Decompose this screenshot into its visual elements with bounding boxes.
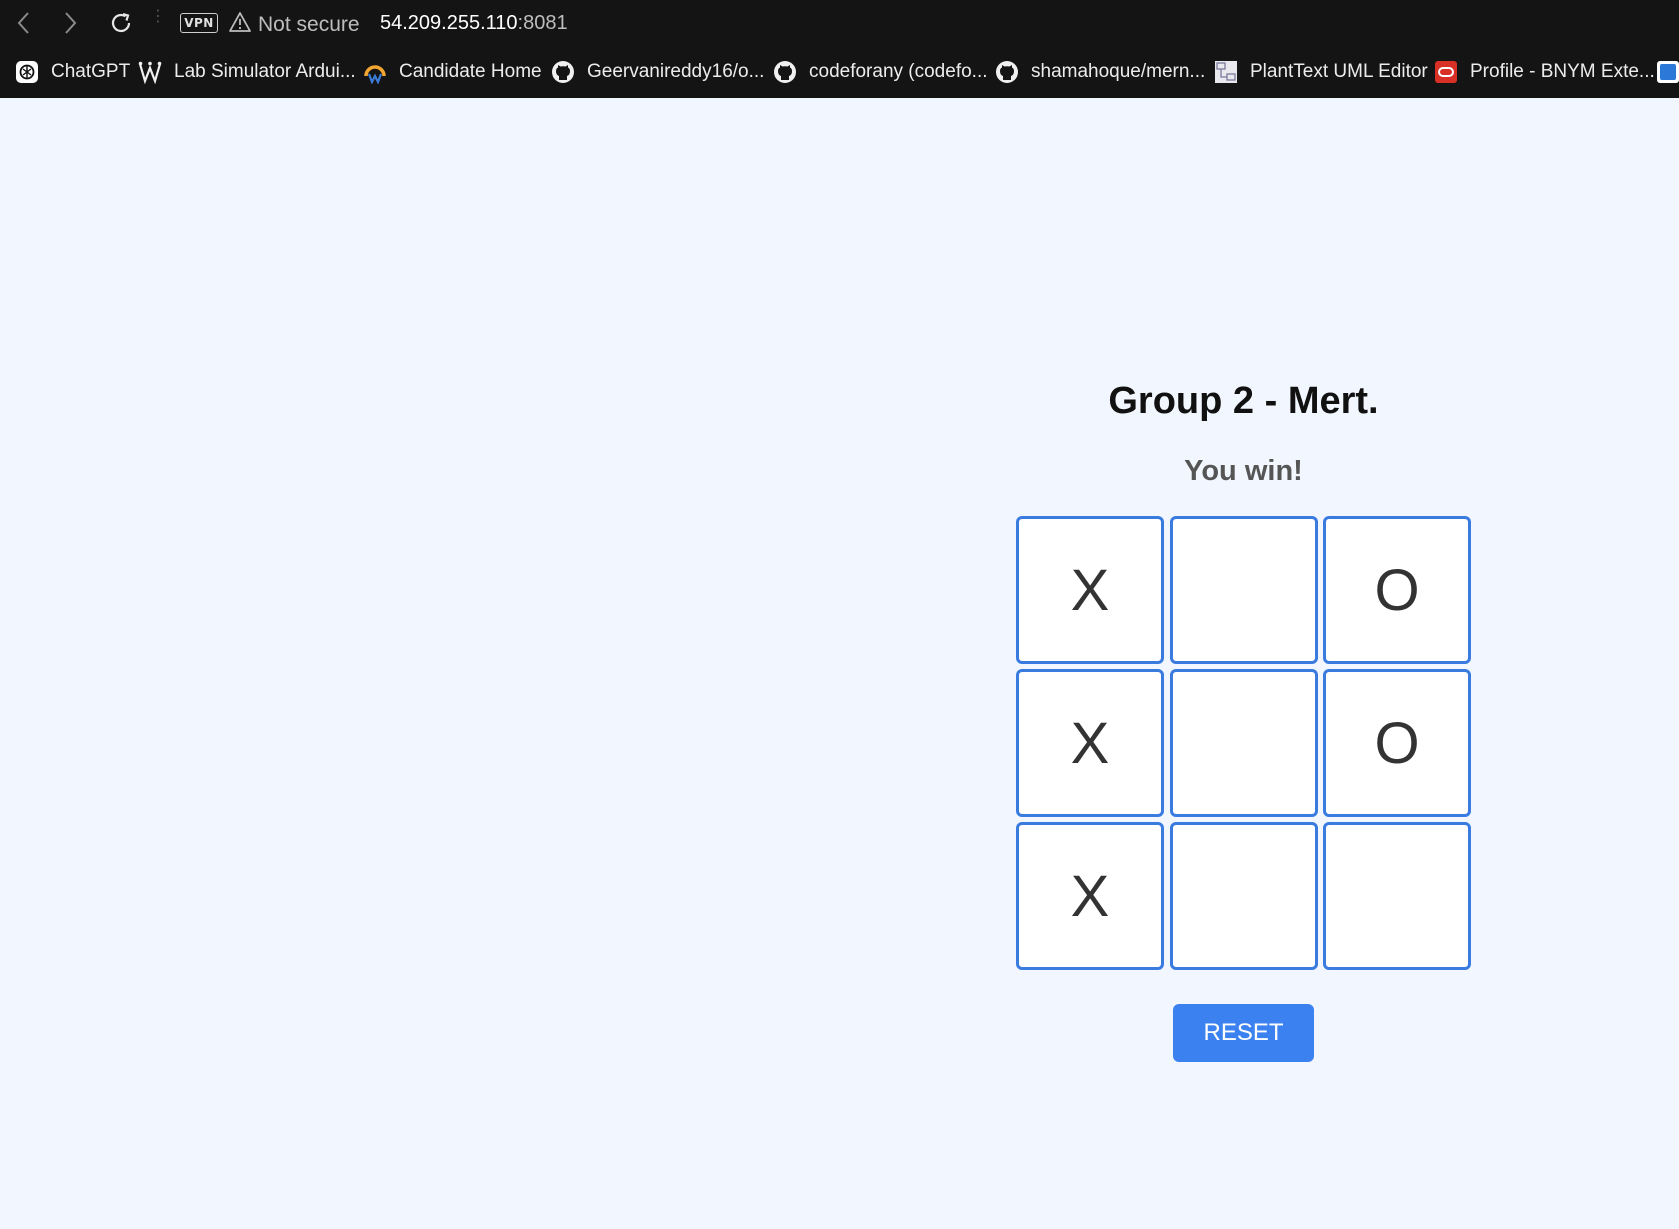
bookmark-github-geervani[interactable]: Geervanireddy16/o... bbox=[551, 56, 764, 88]
board-cell-9[interactable] bbox=[1323, 822, 1471, 970]
address-bar[interactable]: 54.209.255.110:8081 bbox=[380, 12, 568, 35]
board-cell-8[interactable] bbox=[1170, 822, 1318, 970]
game-status: You win! bbox=[1184, 455, 1303, 487]
reload-icon bbox=[111, 12, 131, 33]
oracle-icon bbox=[1435, 61, 1457, 83]
bookmark-github-shamahoque[interactable]: shamahoque/mern... bbox=[995, 56, 1205, 88]
github-icon bbox=[774, 61, 796, 83]
github-icon bbox=[996, 61, 1018, 83]
bookmark-github-codeforany[interactable]: codeforany (codefo... bbox=[773, 56, 988, 88]
board-cell-3[interactable]: O bbox=[1323, 516, 1471, 664]
forward-button[interactable] bbox=[56, 8, 86, 38]
bookmark-label: Candidate Home bbox=[399, 61, 542, 82]
bookmark-candidate-home[interactable]: Candidate Home bbox=[363, 56, 542, 88]
board-cell-2[interactable] bbox=[1170, 516, 1318, 664]
board-cell-7[interactable]: X bbox=[1016, 822, 1164, 970]
bookmark-label: shamahoque/mern... bbox=[1031, 61, 1206, 82]
warning-icon[interactable] bbox=[229, 11, 251, 33]
browser-toolbar: ⋮ VPN Not secure 54.209.255.110:8081 bbox=[0, 0, 1679, 48]
bookmark-overflow[interactable] bbox=[1656, 56, 1679, 88]
security-status[interactable]: Not secure bbox=[258, 13, 360, 37]
bookmark-label: Lab Simulator Ardui... bbox=[174, 61, 356, 82]
bookmark-label: PlantText UML Editor bbox=[1250, 61, 1428, 82]
url-port: :8081 bbox=[517, 12, 568, 34]
bookmark-oracle-profile[interactable]: Profile - BNYM Exte... bbox=[1434, 56, 1655, 88]
bookmark-label: Geervanireddy16/o... bbox=[587, 61, 765, 82]
bookmark-planttext[interactable]: PlantText UML Editor bbox=[1214, 56, 1428, 88]
game-board: X O X O X bbox=[1016, 516, 1472, 972]
chevron-right-icon bbox=[65, 12, 77, 34]
reset-button[interactable]: RESET bbox=[1173, 1004, 1314, 1062]
candidate-logo-icon bbox=[364, 65, 386, 84]
browser-chrome: ⋮ VPN Not secure 54.209.255.110:8081 Cha… bbox=[0, 0, 1679, 98]
board-cell-1[interactable]: X bbox=[1016, 516, 1164, 664]
bookmark-chatgpt[interactable]: ChatGPT bbox=[15, 56, 130, 88]
toolbar-separator: ⋮ bbox=[150, 6, 166, 25]
reload-button[interactable] bbox=[106, 8, 136, 38]
chatgpt-icon bbox=[16, 61, 38, 83]
vpn-badge[interactable]: VPN bbox=[180, 13, 218, 33]
chevron-left-icon bbox=[17, 12, 29, 34]
bookmark-lab-simulator[interactable]: Lab Simulator Ardui... bbox=[138, 56, 356, 88]
planttext-icon bbox=[1215, 61, 1237, 83]
board-cell-5[interactable] bbox=[1170, 669, 1318, 817]
site-favicon-icon bbox=[1657, 61, 1679, 83]
bookmark-label: ChatGPT bbox=[51, 61, 131, 82]
github-icon bbox=[552, 61, 574, 83]
back-button[interactable] bbox=[8, 8, 38, 38]
board-cell-4[interactable]: X bbox=[1016, 669, 1164, 817]
w-logo-icon bbox=[138, 61, 162, 84]
game-title: Group 2 - Mert. bbox=[1108, 380, 1379, 422]
url-host: 54.209.255.110 bbox=[380, 12, 518, 34]
board-cell-6[interactable]: O bbox=[1323, 669, 1471, 817]
bookmark-label: codeforany (codefo... bbox=[809, 61, 988, 82]
bookmarks-bar: ChatGPT Lab Simulator Ardui... Candidate… bbox=[0, 52, 1679, 92]
bookmark-label: Profile - BNYM Exte... bbox=[1470, 61, 1655, 82]
